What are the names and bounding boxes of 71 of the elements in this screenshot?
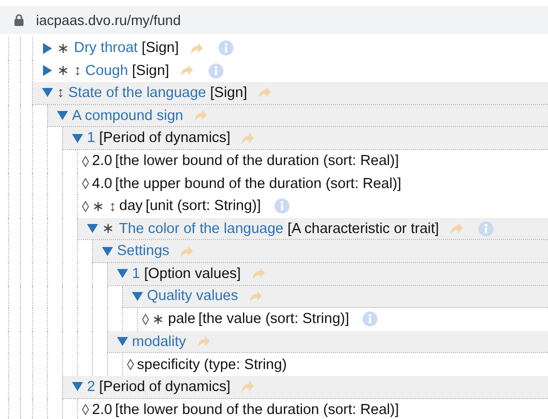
expand-toggle-icon[interactable] [57, 110, 68, 122]
info-icon[interactable] [208, 62, 224, 79]
curved-arrow-icon[interactable] [196, 334, 211, 350]
expand-toggle-icon[interactable] [102, 246, 113, 257]
info-icon[interactable] [274, 198, 290, 214]
node-type: [A characteristic or trait] [287, 220, 439, 237]
marker-symbols: ∗ [57, 40, 70, 57]
node-name[interactable]: modality [132, 334, 186, 350]
node-name[interactable]: 1 [132, 266, 140, 282]
node-type: [Sign] [142, 40, 179, 56]
node-type: [the upper bound of the duration (sort: Real)] [115, 176, 402, 192]
info-icon[interactable] [478, 220, 494, 237]
curved-arrow-icon[interactable] [250, 266, 266, 282]
node-name[interactable]: 1 [87, 130, 96, 146]
node-name[interactable]: 2 [87, 378, 96, 395]
marker-symbols: ↕ [57, 84, 64, 101]
expand-toggle-icon[interactable] [72, 381, 83, 392]
node-name: specificity (type: String) [137, 356, 287, 373]
curved-arrow-icon[interactable] [193, 108, 208, 124]
expand-toggle-icon[interactable] [42, 65, 53, 76]
node-name[interactable]: The color of the language [119, 220, 284, 237]
diamond-icon [82, 200, 89, 212]
node-name[interactable]: State of the language [68, 84, 206, 101]
node-type: [the lower bound of the duration (sort: Real)] [115, 153, 399, 170]
expand-toggle-icon[interactable] [117, 268, 128, 280]
node-name[interactable]: Dry throat [74, 40, 138, 56]
curved-arrow-icon[interactable] [448, 221, 464, 236]
curved-arrow-icon[interactable] [257, 85, 272, 100]
lock-icon [14, 14, 24, 26]
node-type: [Period of dynamics] [99, 378, 230, 395]
node-name: day [119, 198, 143, 214]
node-name: pale [168, 311, 196, 328]
diamond-icon [82, 404, 89, 416]
diamond-icon [127, 359, 134, 370]
node-name: 4.0 [92, 176, 112, 192]
curved-arrow-icon[interactable] [248, 288, 264, 304]
info-icon[interactable] [218, 40, 234, 56]
marker-symbols: ∗ ↕ [92, 198, 116, 215]
node-type: [Period of dynamics] [99, 130, 230, 146]
node-name: 2.0 [92, 153, 112, 170]
expand-toggle-icon[interactable] [132, 290, 143, 302]
expand-toggle-icon[interactable] [42, 42, 53, 54]
node-type: [the lower bound of the duration (sort: Real)] [115, 402, 399, 418]
node-name[interactable]: Cough [85, 62, 128, 79]
address-bar[interactable]: iacpaas.dvo.ru/my/fund [0, 6, 548, 34]
diamond-icon [82, 178, 89, 190]
node-type: [the value (sort: String)] [198, 311, 350, 328]
marker-symbols: ∗ ↕ [57, 62, 82, 80]
expand-toggle-icon[interactable] [87, 223, 98, 234]
marker-symbols: ∗ [102, 220, 115, 238]
node-name[interactable]: A compound sign [72, 108, 184, 124]
curved-arrow-icon[interactable] [240, 379, 256, 394]
expand-toggle-icon[interactable] [42, 87, 53, 98]
node-type: [Option values] [144, 266, 241, 282]
expand-toggle-icon[interactable] [117, 336, 128, 348]
expand-toggle-icon[interactable] [72, 132, 83, 144]
url-text: iacpaas.dvo.ru/my/fund [36, 12, 181, 28]
node-name[interactable]: Quality values [147, 288, 238, 304]
curved-arrow-icon[interactable] [179, 244, 194, 259]
info-icon[interactable] [362, 311, 378, 328]
node-type: [Sign] [132, 62, 170, 79]
node-type: [Sign] [210, 84, 248, 101]
curved-arrow-icon[interactable] [188, 40, 204, 56]
marker-symbols: ∗ [152, 310, 165, 328]
curved-arrow-icon[interactable] [179, 63, 194, 78]
node-type: [unit (sort: String)] [146, 198, 261, 214]
node-name: 2.0 [92, 402, 112, 418]
diamond-icon [142, 314, 149, 325]
node-name[interactable]: Settings [117, 243, 170, 260]
diamond-icon [82, 156, 89, 167]
curved-arrow-icon[interactable] [240, 130, 256, 146]
